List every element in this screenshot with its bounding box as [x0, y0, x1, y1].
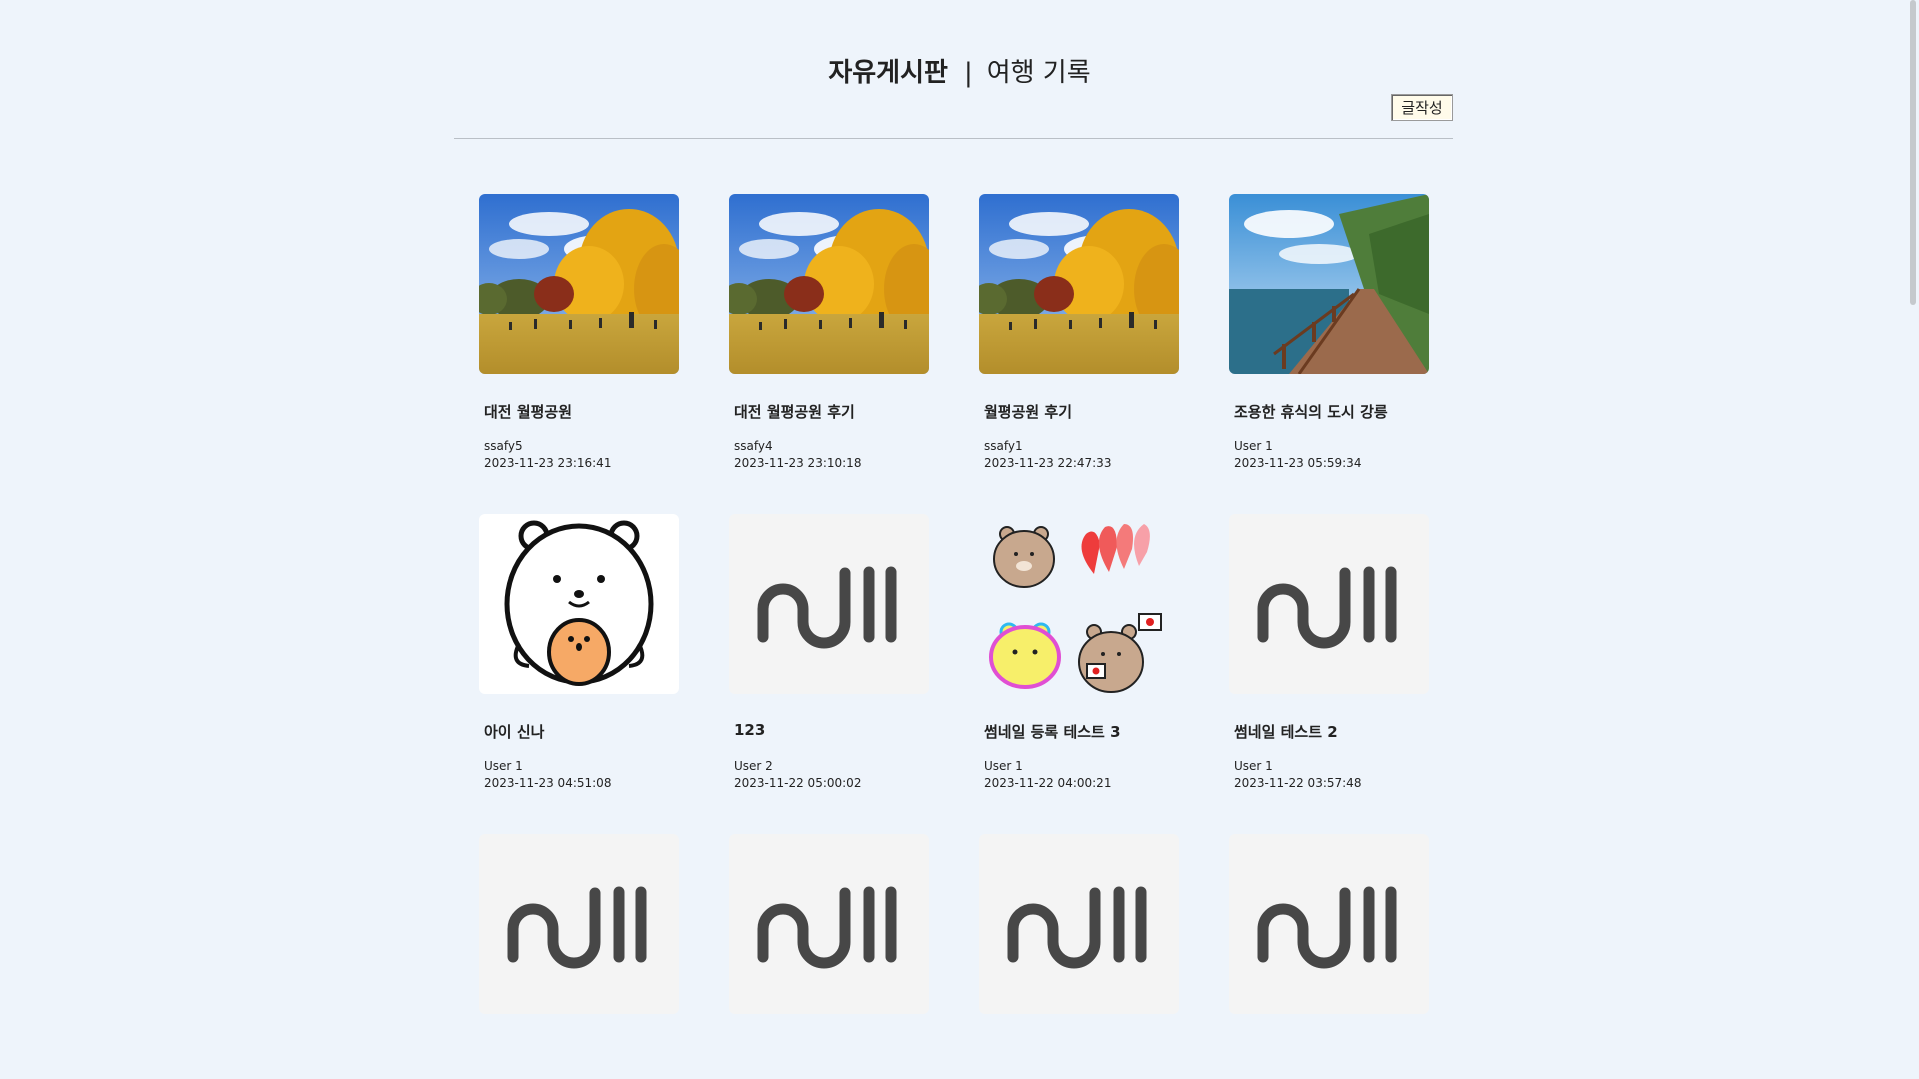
board-header: 자유게시판 | 여행 기록 [0, 52, 1919, 89]
post-date: 2023-11-22 03:57:48 [1234, 776, 1362, 790]
tab-free-board[interactable]: 자유게시판 [828, 58, 948, 88]
post-card[interactable]: 아이 신나 User 1 2023-11-23 04:51:08 [479, 514, 679, 790]
header-divider [454, 138, 1453, 139]
post-title[interactable]: 아이 신나 [484, 721, 679, 741]
post-date: 2023-11-23 23:10:18 [734, 456, 862, 470]
post-date: 2023-11-23 22:47:33 [984, 456, 1112, 470]
post-card[interactable] [479, 834, 679, 1079]
scrollbar-thumb[interactable] [1910, 0, 1916, 305]
post-author: ssafy5 [484, 439, 523, 453]
post-thumbnail[interactable] [1229, 514, 1429, 694]
post-title[interactable] [484, 1041, 679, 1061]
post-thumbnail[interactable] [479, 834, 679, 1014]
post-title[interactable] [984, 1041, 1179, 1061]
post-thumbnail[interactable] [729, 834, 929, 1014]
write-post-button[interactable]: 글작성 [1391, 94, 1453, 121]
post-card[interactable] [729, 834, 929, 1079]
post-title[interactable]: 123 [734, 721, 929, 741]
post-card[interactable]: 썸네일 테스트 2 User 1 2023-11-22 03:57:48 [1229, 514, 1429, 790]
post-card[interactable]: 조용한 휴식의 도시 강릉 User 1 2023-11-23 05:59:34 [1229, 194, 1429, 470]
post-card[interactable]: 대전 월평공원 후기 ssafy4 2023-11-23 23:10:18 [729, 194, 929, 470]
post-date: 2023-11-23 04:51:08 [484, 776, 612, 790]
post-thumbnail[interactable] [979, 834, 1179, 1014]
post-title[interactable]: 조용한 휴식의 도시 강릉 [1234, 401, 1429, 421]
post-date: 2023-11-23 23:16:41 [484, 456, 612, 470]
post-date: 2023-11-22 05:00:02 [734, 776, 862, 790]
post-date: 2023-11-22 04:00:21 [984, 776, 1112, 790]
post-card[interactable]: 월평공원 후기 ssafy1 2023-11-23 22:47:33 [979, 194, 1179, 470]
post-author: User 1 [484, 759, 523, 773]
post-author: ssafy4 [734, 439, 773, 453]
post-card[interactable] [979, 834, 1179, 1079]
post-card[interactable] [1229, 834, 1429, 1079]
post-thumbnail[interactable] [1229, 194, 1429, 374]
post-card[interactable]: 썸네일 등록 테스트 3 User 1 2023-11-22 04:00:21 [979, 514, 1179, 790]
post-date: 2023-11-23 05:59:34 [1234, 456, 1362, 470]
post-card[interactable]: 대전 월평공원 ssafy5 2023-11-23 23:16:41 [479, 194, 679, 470]
post-thumbnail[interactable] [979, 194, 1179, 374]
post-thumbnail[interactable] [729, 514, 929, 694]
post-author: User 1 [1234, 439, 1273, 453]
post-author: ssafy1 [984, 439, 1023, 453]
post-title[interactable]: 대전 월평공원 후기 [734, 401, 929, 421]
post-thumbnail[interactable] [979, 514, 1179, 694]
post-thumbnail[interactable] [729, 194, 929, 374]
post-author: User 1 [1234, 759, 1273, 773]
post-card[interactable]: 123 User 2 2023-11-22 05:00:02 [729, 514, 929, 790]
header-separator: | [963, 58, 973, 88]
post-thumbnail[interactable] [479, 514, 679, 694]
post-thumbnail[interactable] [479, 194, 679, 374]
post-title[interactable]: 썸네일 테스트 2 [1234, 721, 1429, 741]
post-title[interactable]: 썸네일 등록 테스트 3 [984, 721, 1179, 741]
post-author: User 2 [734, 759, 773, 773]
post-title[interactable] [1234, 1041, 1429, 1061]
post-thumbnail[interactable] [1229, 834, 1429, 1014]
post-author: User 1 [984, 759, 1023, 773]
post-title[interactable] [734, 1041, 929, 1061]
post-title[interactable]: 월평공원 후기 [984, 401, 1179, 421]
post-title[interactable]: 대전 월평공원 [484, 401, 679, 421]
tab-travel-records[interactable]: 여행 기록 [987, 58, 1091, 88]
